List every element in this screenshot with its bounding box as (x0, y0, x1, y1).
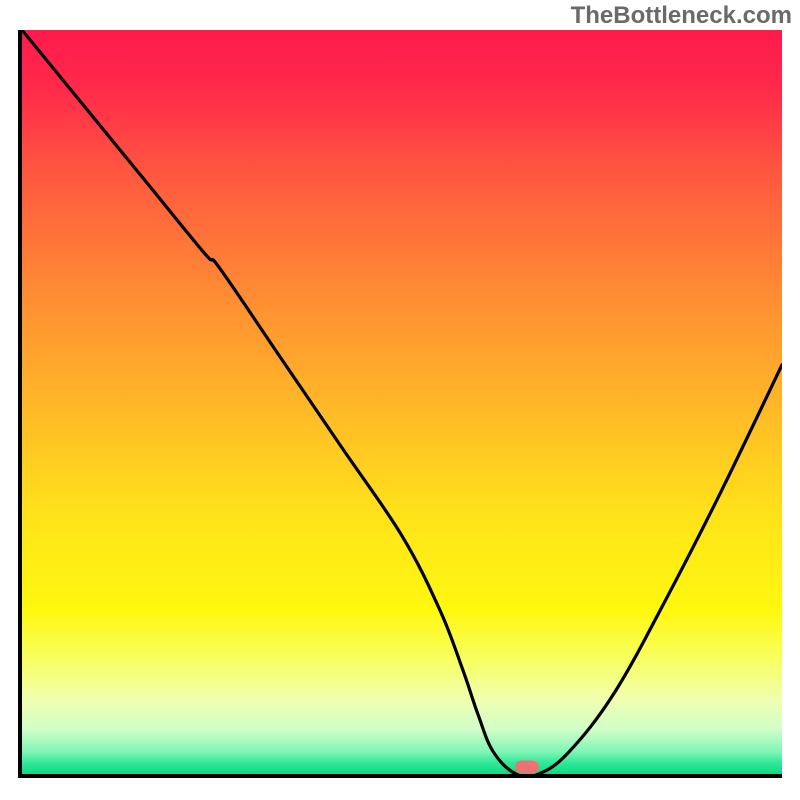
chart-container: TheBottleneck.com (0, 0, 800, 800)
bottleneck-curve (22, 30, 782, 774)
plot-area (18, 30, 782, 778)
optimal-marker (515, 761, 539, 774)
watermark-text: TheBottleneck.com (571, 2, 792, 30)
